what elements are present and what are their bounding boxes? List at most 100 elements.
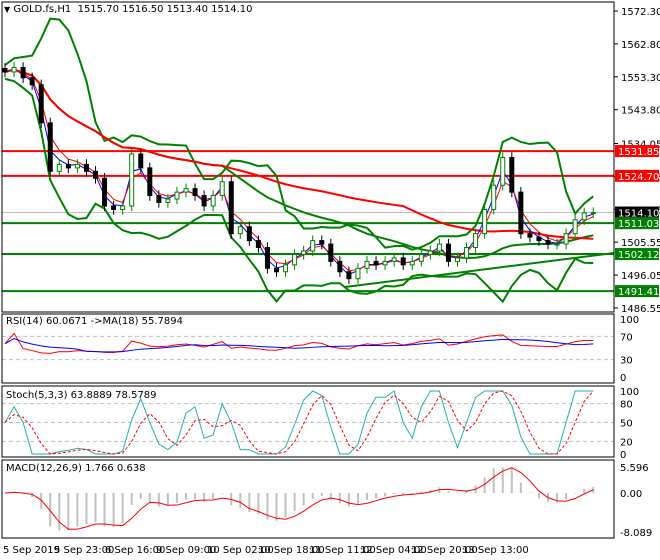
collapse-arrow-icon[interactable]: ▼	[4, 5, 10, 14]
candle-body	[156, 195, 162, 204]
price-level-label: 1502.12	[618, 250, 659, 261]
candle-body	[464, 247, 470, 259]
candle-body	[563, 233, 569, 245]
candle-body	[491, 184, 497, 210]
candle-body	[11, 66, 17, 73]
candle-body	[400, 257, 406, 266]
candle-body	[292, 253, 298, 266]
candle-body	[274, 267, 279, 273]
symbol-label: GOLD.fs,H1	[13, 4, 72, 15]
bollinger-upper-band	[4, 17, 594, 251]
candle-body	[391, 257, 397, 262]
candle-body	[373, 260, 379, 266]
candle-body	[29, 77, 35, 86]
price-tick-label: 1562.80	[621, 40, 660, 51]
candle-body	[445, 243, 451, 262]
candle-body	[337, 260, 343, 273]
candle-body	[319, 240, 325, 245]
candle-body	[255, 240, 261, 249]
candle-body	[581, 212, 587, 221]
candle-body	[409, 260, 415, 266]
macd-axis-label: -8.089	[620, 528, 652, 539]
candle-body	[219, 181, 225, 197]
candle-body	[590, 212, 596, 215]
candle-body	[111, 205, 117, 210]
price-level-label: 1524.70	[618, 172, 659, 183]
price-level-label: 1491.41	[618, 287, 659, 298]
candle-body	[355, 267, 361, 280]
rsi-axis-label: 30	[620, 356, 633, 367]
candle-body	[482, 208, 488, 235]
ohlc-readout: 1515.70 1516.50 1513.40 1514.10	[77, 4, 253, 15]
candle-body	[554, 243, 560, 246]
candle-body	[455, 257, 460, 262]
chart-window[interactable]: 1572.301562.801553.301543.801534.051524.…	[0, 0, 660, 560]
time-axis-label: 13 Sep 13:00	[462, 545, 529, 556]
candle-body	[237, 226, 243, 235]
candle-body	[283, 264, 289, 273]
candle-body	[246, 226, 252, 242]
stoch-axis-label: 20	[620, 437, 633, 448]
candle-body	[527, 233, 533, 238]
candle-body	[382, 260, 388, 266]
candle-body	[129, 153, 135, 207]
candle-body	[364, 260, 370, 269]
candle-body	[264, 247, 270, 269]
stoch-axis-label: 0	[620, 450, 626, 461]
rsi-axis-label: 70	[620, 332, 633, 343]
rsi-label: RSI(14) 60.0671 ->MA(18) 55.7894	[6, 316, 183, 327]
ma-red-line	[4, 68, 594, 240]
candle-body	[518, 191, 524, 235]
candle-body	[165, 198, 171, 204]
candle-body	[65, 163, 71, 169]
macd-axis-label: 5.596	[620, 463, 649, 474]
price-tick-label: 1505.55	[621, 238, 660, 249]
candle-body	[427, 250, 433, 255]
price-tick-label: 1543.80	[621, 106, 660, 117]
candle-body	[20, 66, 26, 79]
candle-body	[120, 205, 126, 210]
macd-label: MACD(12,26,9) 1.766 0.638	[6, 463, 146, 474]
candle-body	[2, 67, 8, 73]
candle-body	[301, 250, 307, 255]
candle-body	[500, 156, 506, 186]
chart-header: ▼ GOLD.fs,H1 1515.70 1516.50 1513.40 151…	[4, 4, 253, 15]
price-tick-label: 1486.55	[621, 304, 660, 315]
candle-body	[201, 195, 207, 207]
candle-body	[38, 84, 44, 124]
candle-body	[192, 188, 198, 197]
candle-body	[572, 219, 578, 235]
macd-axis-label: 0.00	[620, 489, 642, 500]
candle-body	[138, 153, 144, 169]
candle-body	[310, 240, 316, 252]
stoch-axis-label: 80	[620, 400, 633, 411]
stoch-axis-label: 100	[620, 387, 639, 398]
candle-body	[418, 253, 424, 262]
stoch-label: Stoch(5,3,3) 63.8889 78.5789	[6, 390, 157, 401]
price-tick-label: 1496.05	[621, 271, 660, 282]
candle-body	[436, 243, 442, 252]
candle-body	[93, 170, 98, 179]
price-tick-label: 1572.30	[621, 7, 660, 18]
rsi-axis-label: 0	[620, 373, 626, 384]
candle-body	[346, 271, 352, 280]
candle-body	[536, 236, 542, 242]
candle-body	[545, 240, 551, 245]
chart-canvas[interactable]: 1572.301562.801553.301543.801534.051524.…	[0, 0, 660, 560]
macd-signal-line	[4, 467, 594, 530]
candle-body	[147, 167, 153, 197]
candle-body	[509, 156, 515, 193]
candle-body	[174, 191, 180, 200]
candle-body	[473, 233, 479, 249]
price-level-label: 1531.85	[618, 147, 659, 158]
rsi-axis-label: 100	[620, 315, 639, 326]
candle-body	[210, 195, 216, 207]
candle-body	[328, 243, 334, 262]
candle-body	[102, 177, 108, 207]
main-price-panel[interactable]	[2, 17, 615, 304]
price-tick-label: 1553.30	[621, 73, 660, 84]
candle-body	[83, 163, 89, 172]
candle-body	[47, 122, 53, 172]
candle-body	[228, 181, 234, 235]
price-level-label: 1511.03	[618, 219, 659, 230]
